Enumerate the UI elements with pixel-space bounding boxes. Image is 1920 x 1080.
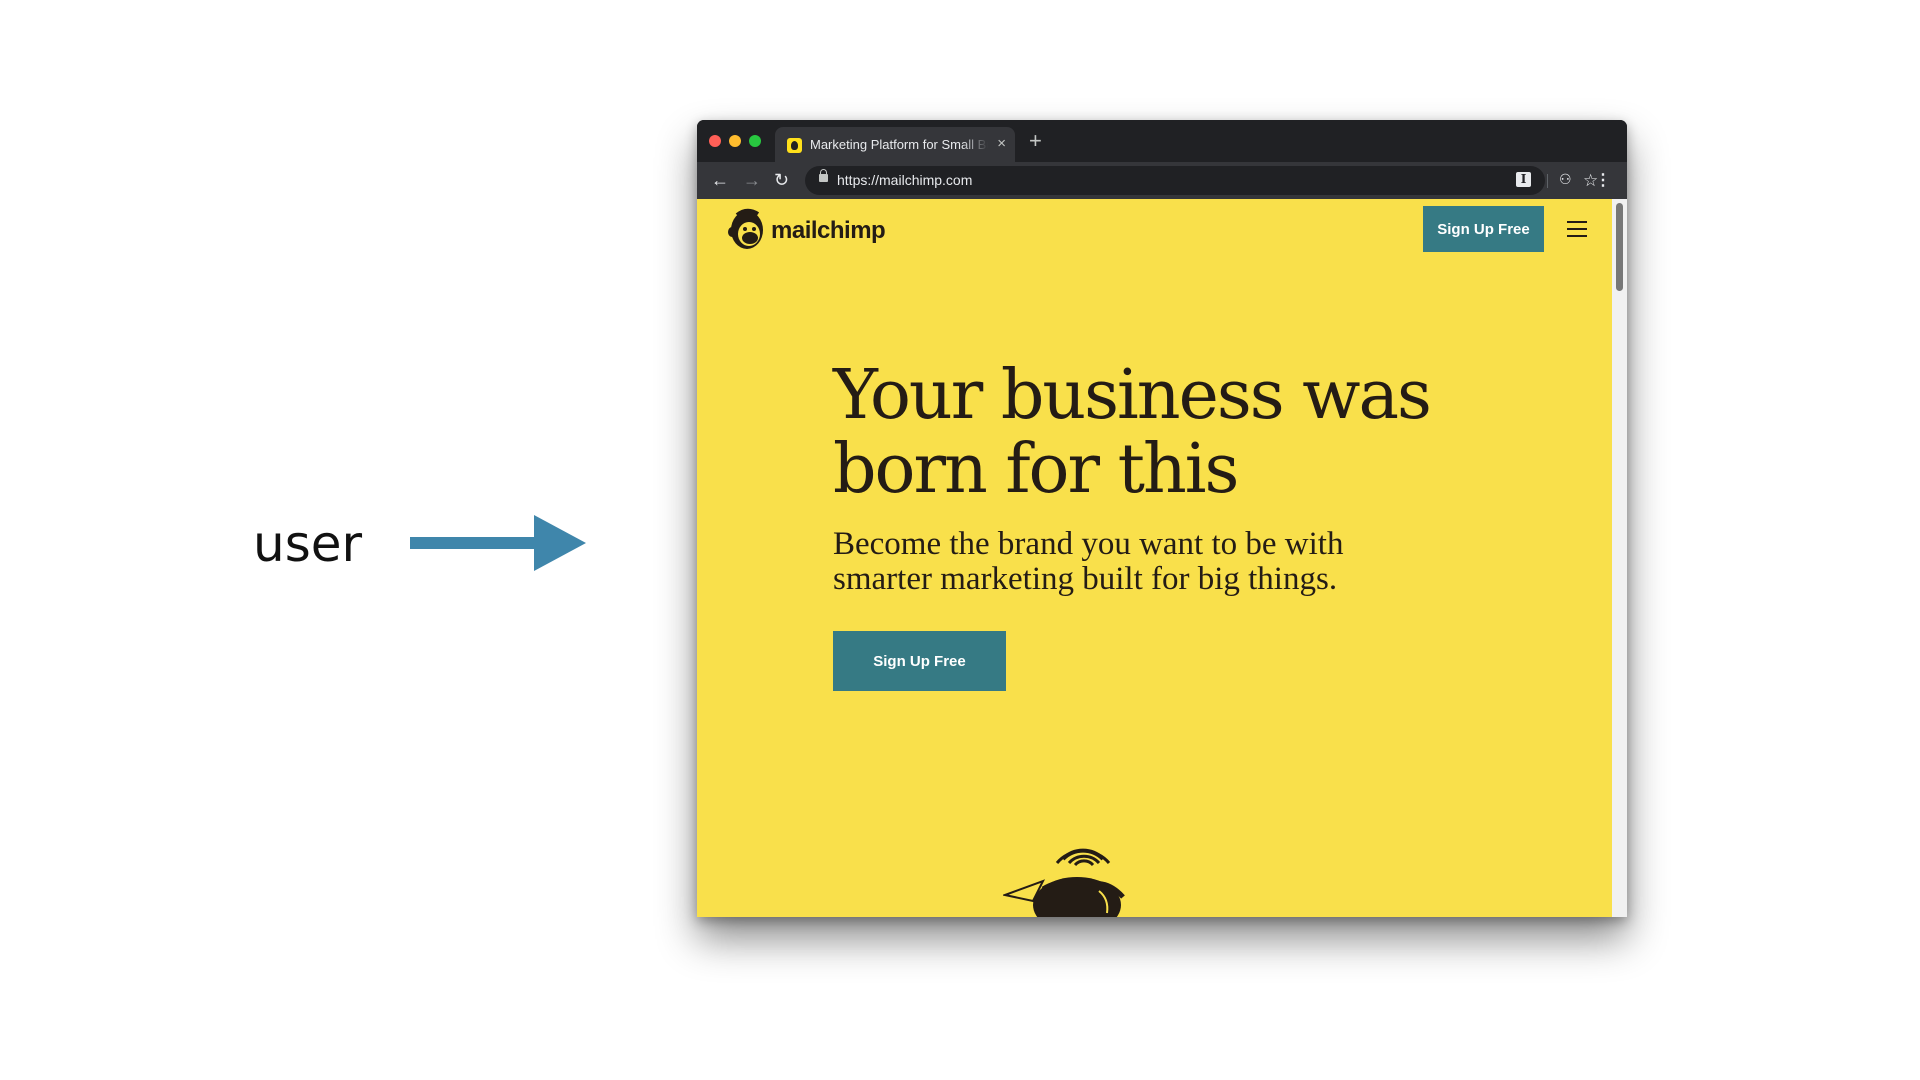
hero-subtitle: Become the brand you want to be with sma… — [833, 526, 1344, 597]
page-scrollbar[interactable] — [1612, 199, 1627, 917]
kebab-menu-icon[interactable]: ⋮ — [1595, 170, 1611, 190]
browser-window: Marketing Platform for Small Business × … — [697, 120, 1627, 917]
hamburger-menu-icon[interactable] — [1567, 221, 1587, 237]
tab-close-icon[interactable]: × — [997, 135, 1006, 152]
incognito-icon[interactable]: ⚇ — [1559, 171, 1572, 188]
maximize-window-button[interactable] — [749, 135, 761, 147]
brand-name: mailchimp — [771, 217, 886, 244]
back-arrow-icon[interactable]: ← — [711, 170, 729, 190]
arrow-right-icon — [410, 515, 586, 571]
page-viewport: mailchimp Sign Up Free Your business was… — [697, 199, 1627, 917]
toolbar-divider — [1547, 174, 1548, 188]
mailchimp-logo-icon — [728, 208, 763, 249]
address-bar[interactable]: https://mailchimp.com ☆ — [805, 166, 1598, 195]
header-signup-button[interactable]: Sign Up Free — [1423, 206, 1544, 252]
url-text: https://mailchimp.com — [837, 172, 973, 188]
forward-arrow-icon[interactable]: → — [743, 170, 761, 190]
tab-bar: Marketing Platform for Small Business × … — [697, 120, 1627, 162]
browser-tab[interactable]: Marketing Platform for Small Business × — [775, 127, 1015, 162]
browser-toolbar: ← → ↻ https://mailchimp.com ☆ I ⚇ ⋮ — [697, 162, 1627, 199]
minimize-window-button[interactable] — [729, 135, 741, 147]
tab-title: Marketing Platform for Small Business — [810, 137, 988, 152]
new-tab-button[interactable]: + — [1029, 130, 1042, 152]
hero-signup-button[interactable]: Sign Up Free — [833, 631, 1006, 691]
reload-icon[interactable]: ↻ — [774, 170, 789, 190]
slide-label: user — [253, 515, 363, 573]
hero-title: Your business was born for this — [833, 356, 1432, 509]
hero-illustration — [1003, 848, 1125, 917]
close-window-button[interactable] — [709, 135, 721, 147]
lock-icon — [819, 169, 828, 182]
scrollbar-thumb[interactable] — [1616, 203, 1623, 291]
extension-icon[interactable]: I — [1516, 172, 1531, 187]
favicon-icon — [787, 138, 802, 153]
